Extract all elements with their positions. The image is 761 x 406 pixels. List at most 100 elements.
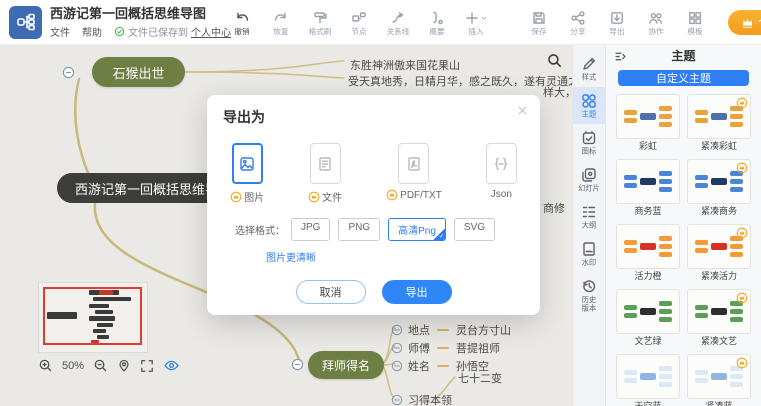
zoom-in-icon[interactable]: [38, 358, 53, 373]
kv-key[interactable]: 地点: [408, 322, 430, 338]
theme-card-天空蓝[interactable]: 天空蓝: [616, 354, 680, 406]
leaf-node-fragment[interactable]: 样大，: [543, 84, 572, 100]
insert-icon: [464, 10, 488, 26]
tool-undo[interactable]: 撤销: [222, 7, 261, 37]
tool-label: 撤销: [234, 27, 249, 37]
rail-item-theme[interactable]: 主题: [573, 87, 605, 124]
export-type--[interactable]: 文件: [308, 143, 342, 204]
format-option-png[interactable]: PNG: [338, 218, 380, 241]
dialog-title: 导出为: [223, 107, 524, 127]
theme-card-活力橙[interactable]: 活力橙: [616, 224, 680, 282]
share-icon: [570, 10, 586, 26]
minimap[interactable]: [38, 282, 148, 353]
export-button[interactable]: 导出: [382, 280, 452, 304]
rail-item-history[interactable]: 历史 版本: [573, 272, 605, 318]
kv-value[interactable]: 菩提祖师: [456, 340, 500, 356]
collaborate-icon: [648, 10, 664, 26]
theme-name: 紧凑活力: [687, 271, 751, 282]
cancel-button[interactable]: 取消: [296, 280, 366, 304]
theme-card-紧凑文艺[interactable]: 紧凑文艺: [687, 289, 751, 347]
save-status: 文件已保存到个人中心: [114, 24, 231, 39]
document-title[interactable]: 西游记第一回概括思维导图: [50, 6, 218, 22]
collapse-minus-icon[interactable]: [391, 342, 403, 354]
leaf-node[interactable]: 东胜神洲傲来国花果山: [350, 57, 460, 73]
rail-item-badge[interactable]: 图标: [573, 124, 605, 161]
export-type-pdf-txt[interactable]: PDF/TXT: [386, 143, 442, 204]
vip-badge-icon: [736, 292, 748, 304]
app-logo-icon[interactable]: [9, 6, 42, 39]
format-option-高清png[interactable]: 高清Png: [388, 218, 446, 241]
theme-name: 紧凑文艺: [687, 336, 751, 347]
branch-node-bottom[interactable]: 拜师得名: [308, 351, 384, 379]
tool-template[interactable]: 模板: [675, 7, 714, 37]
mindmap-canvas[interactable]: 石猴出世 东胜神洲傲来国花果山 受天真地秀，日精月华，感之既久，遂有灵通之 样大…: [0, 45, 572, 406]
collapse-minus-icon[interactable]: [291, 358, 304, 371]
tool-redo[interactable]: 恢复: [261, 7, 300, 37]
tool-relation-line[interactable]: 关系线: [378, 7, 417, 37]
theme-card-文艺绿[interactable]: 文艺绿: [616, 289, 680, 347]
tool-share[interactable]: 分享: [558, 7, 597, 37]
tool-node[interactable]: 节点: [339, 7, 378, 37]
kv-value[interactable]: 灵台方寸山: [456, 322, 511, 338]
top-toolbar: 西游记第一回概括思维导图 文件 帮助 文件已保存到个人中心 撤销 恢复格式刷节点关…: [0, 0, 761, 45]
theme-card-紧凑蓝[interactable]: 紧凑蓝: [687, 354, 751, 406]
preview-eye-icon[interactable]: [163, 358, 180, 373]
personal-center-button[interactable]: 个人中心: [728, 10, 761, 35]
theme-card-彩虹[interactable]: 彩虹: [616, 94, 680, 152]
close-icon[interactable]: [516, 104, 529, 117]
kv-key[interactable]: 师傅: [408, 340, 430, 356]
collapse-minus-icon[interactable]: [391, 324, 403, 336]
crown-icon: [741, 17, 754, 28]
tool-insert[interactable]: 插入: [456, 7, 495, 37]
theme-thumbnail: [616, 289, 680, 334]
rail-label: 水印: [582, 258, 596, 266]
export-type-json[interactable]: Json: [486, 143, 517, 204]
collapse-minus-icon[interactable]: [391, 394, 403, 406]
kv-key[interactable]: 习得本领: [408, 392, 452, 406]
custom-theme-button[interactable]: 自定义主题: [618, 70, 749, 86]
theme-name: 天空蓝: [616, 401, 680, 406]
format-painter-icon: [312, 10, 328, 26]
relation-line-icon: [390, 10, 406, 26]
tool-label: 导出: [609, 27, 624, 37]
collapse-minus-icon[interactable]: [391, 360, 403, 372]
branch-node-top[interactable]: 石猴出世: [92, 57, 185, 87]
rail-item-outline[interactable]: 大纲: [573, 198, 605, 235]
leaf-node[interactable]: 七十二变: [458, 370, 502, 386]
collapse-panel-icon[interactable]: [614, 50, 627, 63]
theme-card-紧凑活力[interactable]: 紧凑活力: [687, 224, 751, 282]
tool-format-painter[interactable]: 格式刷: [300, 7, 339, 37]
outline-icon: [581, 204, 597, 220]
zoom-out-icon[interactable]: [93, 358, 108, 373]
format-option-svg[interactable]: SVG: [454, 218, 495, 241]
clearer-image-link[interactable]: 图片更清晰: [266, 249, 524, 264]
theme-card-紧凑商务[interactable]: 紧凑商务: [687, 159, 751, 217]
kv-key[interactable]: 姓名: [408, 358, 430, 374]
theme-card-商务蓝[interactable]: 商务蓝: [616, 159, 680, 217]
leaf-node[interactable]: 受天真地秀，日精月华，感之既久，遂有灵通之: [348, 73, 572, 89]
file-icon: [310, 143, 341, 184]
rail-item-watermark[interactable]: 水印: [573, 235, 605, 272]
theme-card-紧凑彩虹[interactable]: 紧凑彩虹: [687, 94, 751, 152]
rail-item-style[interactable]: 样式: [573, 50, 605, 87]
export-type--[interactable]: 图片: [230, 143, 264, 204]
tool-label: 关系线: [386, 27, 409, 37]
tool-summary[interactable]: 概要: [417, 7, 456, 37]
document-title-block: 西游记第一回概括思维导图 文件 帮助 文件已保存到个人中心: [50, 6, 218, 39]
rail-item-slides[interactable]: 幻灯片: [573, 161, 605, 198]
tool-export[interactable]: 导出: [597, 7, 636, 37]
menu-help[interactable]: 帮助: [82, 24, 102, 39]
history-icon: [581, 278, 597, 294]
theme-thumbnail: [687, 94, 751, 139]
collapse-minus-icon[interactable]: [62, 66, 75, 79]
format-option-jpg[interactable]: JPG: [291, 218, 330, 241]
search-icon[interactable]: [546, 52, 563, 69]
fit-screen-icon[interactable]: [140, 359, 154, 373]
locate-pin-icon[interactable]: [117, 358, 131, 373]
tool-collaborate[interactable]: 协作: [636, 7, 675, 37]
theme-name: 紧凑彩虹: [687, 141, 751, 152]
tool-save[interactable]: 保存: [519, 7, 558, 37]
theme-icon: [581, 93, 597, 109]
menu-file[interactable]: 文件: [50, 24, 70, 39]
leaf-node-fragment[interactable]: 商修: [543, 200, 565, 216]
